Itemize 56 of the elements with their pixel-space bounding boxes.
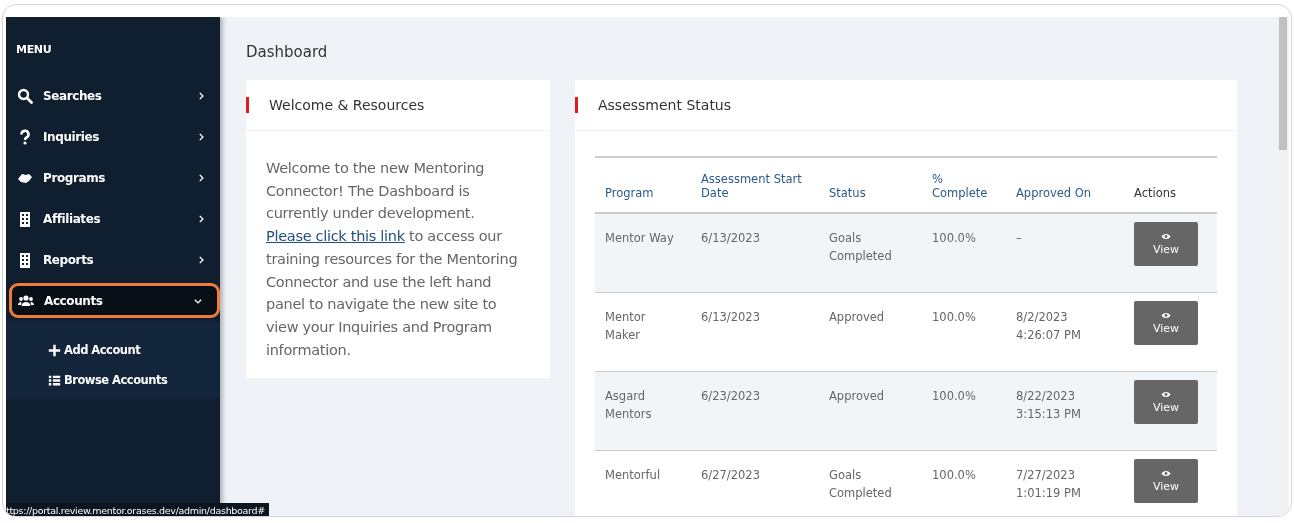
- question-icon: [17, 128, 33, 145]
- sidebar-item[interactable]: Inquiries: [6, 116, 220, 157]
- table-cell: 6/13/2023: [691, 213, 819, 293]
- chevron-right-icon: [196, 254, 206, 265]
- table-cell: Mentor Maker: [595, 292, 691, 372]
- table-cell: Mentorful: [595, 450, 691, 516]
- view-button[interactable]: View: [1134, 380, 1198, 424]
- scrollbar[interactable]: [1277, 17, 1289, 516]
- table-cell: 100.0%: [922, 292, 1006, 372]
- table-cell: 8/22/2023 3:15:13 PM: [1006, 371, 1124, 451]
- eye-icon: [1160, 232, 1172, 241]
- welcome-paragraph: Welcome to the new Mentoring Connector! The Dashboard is currently under development. Please click this link to access our training resources for the Mentoring Connector and use the left hand panel to navigate the new site to view your Inquiries and Program information.: [266, 159, 519, 360]
- table-cell: 6/27/2023: [691, 450, 819, 516]
- table-cell: Approved: [819, 371, 922, 451]
- table-cell: 100.0%: [922, 371, 1006, 451]
- submenu-item[interactable]: Browse Accounts: [48, 365, 220, 395]
- sidebar-item[interactable]: Affiliates: [6, 198, 220, 239]
- view-button[interactable]: View: [1134, 459, 1198, 503]
- menu-heading: MENU: [15, 42, 53, 58]
- eye-icon: [1160, 469, 1172, 478]
- submenu-item[interactable]: Add Account: [48, 335, 220, 365]
- sidebar-item[interactable]: Accounts: [9, 283, 220, 318]
- table-cell: 6/23/2023: [691, 371, 819, 451]
- sidebar-item[interactable]: Searches: [6, 75, 220, 116]
- card-title: Assessment Status: [575, 97, 732, 113]
- chevron-right-icon: [196, 213, 206, 224]
- table-cell: Asgard Mentors: [595, 371, 691, 451]
- plus-icon: [48, 343, 61, 357]
- training-link[interactable]: Please click this link: [266, 228, 405, 245]
- sidebar-item[interactable]: Programs: [6, 157, 220, 198]
- list-icon: [48, 373, 61, 387]
- table-cell: Goals Completed: [819, 450, 922, 516]
- eye-icon: [1160, 311, 1172, 320]
- eye-icon: [1160, 390, 1172, 399]
- page-title: Dashboard: [246, 43, 329, 63]
- view-button[interactable]: View: [1134, 222, 1198, 266]
- view-button[interactable]: View: [1134, 301, 1198, 345]
- chevron-right-icon: [196, 90, 206, 101]
- table-cell: Goals Completed: [819, 213, 922, 293]
- table-cell: 100.0%: [922, 213, 1006, 293]
- table-cell: 8/2/2023 4:26:07 PM: [1006, 292, 1124, 372]
- search-icon: [17, 87, 33, 104]
- table-cell: 6/13/2023: [691, 292, 819, 372]
- building-icon: [17, 251, 33, 268]
- chevron-right-icon: [196, 131, 206, 142]
- table-cell: Approved: [819, 292, 922, 372]
- users-icon: [18, 292, 34, 309]
- chevron-right-icon: [196, 172, 206, 183]
- table-cell: –: [1006, 213, 1124, 293]
- card-title: Welcome & Resources: [246, 97, 425, 113]
- sidebar-item[interactable]: Reports: [6, 239, 220, 280]
- table-cell: Mentor Way: [595, 213, 691, 293]
- building-icon: [17, 210, 33, 227]
- table-cell: 7/27/2023 1:01:19 PM: [1006, 450, 1124, 516]
- status-url: ttps://portal.review.mentor.orases.dev/admin/dashboard#: [6, 503, 269, 516]
- table-cell: 100.0%: [922, 450, 1006, 516]
